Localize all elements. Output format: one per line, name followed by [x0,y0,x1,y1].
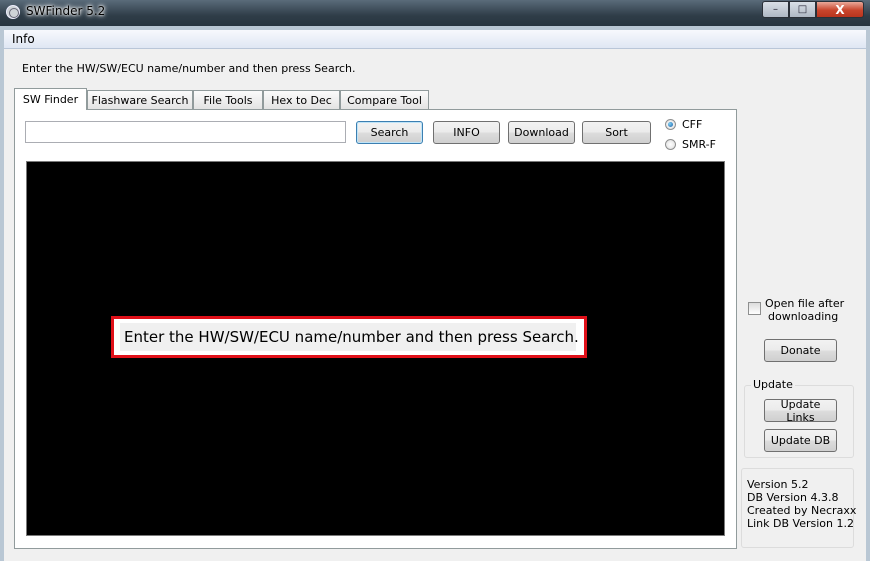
info-button[interactable]: INFO [433,121,500,144]
instruction-label: Enter the HW/SW/ECU name/number and then… [22,62,356,75]
radio-cff-label: CFF [682,117,703,131]
mercedes-star-icon [6,5,20,19]
radio-cff[interactable]: CFF [665,116,702,132]
link-db-version-label: Link DB Version 1.2 [747,517,854,530]
callout-text: Enter the HW/SW/ECU name/number and then… [120,323,579,351]
open-file-label: Open file after downloading [765,297,845,323]
tab-compare-tool[interactable]: Compare Tool [340,90,429,109]
instruction-callout: Enter the HW/SW/ECU name/number and then… [111,316,587,358]
open-file-checkbox[interactable] [748,302,761,315]
menu-bar: Info [4,30,866,49]
download-button[interactable]: Download [508,121,575,144]
minimize-button[interactable]: – [762,1,789,18]
update-db-button[interactable]: Update DB [764,429,837,452]
db-version-label: DB Version 4.3.8 [747,491,839,504]
window-title: SWFinder 5.2 [26,4,106,18]
radio-smr-f-button[interactable] [665,138,676,150]
menu-info[interactable]: Info [10,31,37,47]
maximize-button[interactable]: □ [789,1,816,18]
sort-button[interactable]: Sort [582,121,651,144]
version-label: Version 5.2 [747,478,809,491]
open-file-label-line1: Open file after [765,297,845,310]
tab-sw-finder[interactable]: SW Finder [14,88,87,110]
tab-file-tools[interactable]: File Tools [193,90,263,109]
radio-cff-button[interactable] [665,118,676,130]
tab-flashware-search[interactable]: Flashware Search [87,90,193,109]
created-by-label: Created by Necraxx [747,504,857,517]
search-input[interactable] [25,121,346,143]
update-group-title: Update [751,378,795,391]
tab-hex-to-dec[interactable]: Hex to Dec [263,90,340,109]
radio-smr-f-label: SMR-F [682,137,716,151]
open-file-label-line2: downloading [768,310,839,323]
search-button[interactable]: Search [356,121,423,144]
title-bar: SWFinder 5.2 – □ X [0,0,870,26]
radio-smr-f[interactable]: SMR-F [665,136,716,152]
close-button[interactable]: X [816,1,864,18]
update-links-button[interactable]: Update Links [764,398,837,424]
donate-button[interactable]: Donate [764,339,837,362]
